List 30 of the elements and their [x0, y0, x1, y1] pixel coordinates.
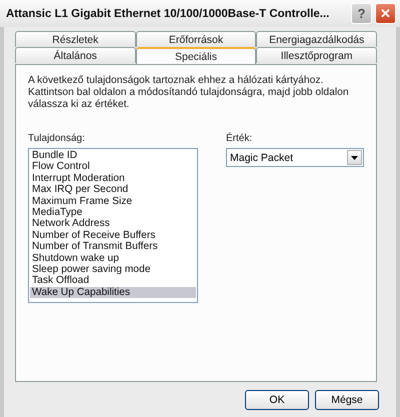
- tab[interactable]: Illesztőprogram: [256, 47, 378, 63]
- property-item[interactable]: Number of Receive Buffers: [30, 230, 196, 242]
- property-list[interactable]: [28, 148, 198, 303]
- window-title: Attansic L1 Gigabit Ethernet 10/100/1000Base-T Controlle...: [6, 8, 330, 20]
- property-item[interactable]: Flow Control: [30, 161, 196, 173]
- property-item[interactable]: Network Address: [30, 218, 196, 230]
- tab[interactable]: Speciális: [136, 47, 256, 64]
- property-item[interactable]: Wake Up Capabilities: [30, 286, 196, 298]
- property-item[interactable]: Task Offload: [30, 275, 196, 287]
- value-dropdown[interactable]: Magic Packet: [226, 148, 364, 167]
- tab[interactable]: Részletek: [15, 31, 136, 47]
- property-item[interactable]: Shutdown wake up: [30, 252, 196, 264]
- property-item[interactable]: Interrupt Moderation: [30, 172, 196, 184]
- property-item[interactable]: Number of Transmit Buffers: [30, 241, 196, 253]
- value-label: Érték:: [226, 133, 254, 144]
- cancel-button[interactable]: Mégse: [315, 390, 379, 410]
- tab[interactable]: Általános: [15, 47, 136, 63]
- property-item[interactable]: Bundle ID: [30, 150, 196, 162]
- close-button[interactable]: ✕: [375, 3, 396, 24]
- property-item[interactable]: Sleep power saving mode: [30, 264, 196, 276]
- tab[interactable]: Erőforrások: [136, 31, 256, 47]
- dropdown-arrow-icon: [351, 156, 358, 160]
- ok-button[interactable]: OK: [245, 390, 309, 410]
- property-item[interactable]: Max IRQ per Second: [30, 184, 196, 196]
- tab[interactable]: Energiagazdálkodás: [256, 31, 378, 47]
- property-item[interactable]: MediaType: [30, 207, 196, 218]
- property-label: Tulajdonság:: [28, 133, 86, 144]
- description-text: A következő tulajdonságok tartoznak ehhez a hálózati kártyához. Kattintson bal oldalon a módosítandó tulajdonságra, majd jobb oldalon válassza ki az értéket.: [28, 75, 350, 111]
- property-item[interactable]: Maximum Frame Size: [30, 196, 196, 208]
- help-button[interactable]: ?: [351, 3, 372, 24]
